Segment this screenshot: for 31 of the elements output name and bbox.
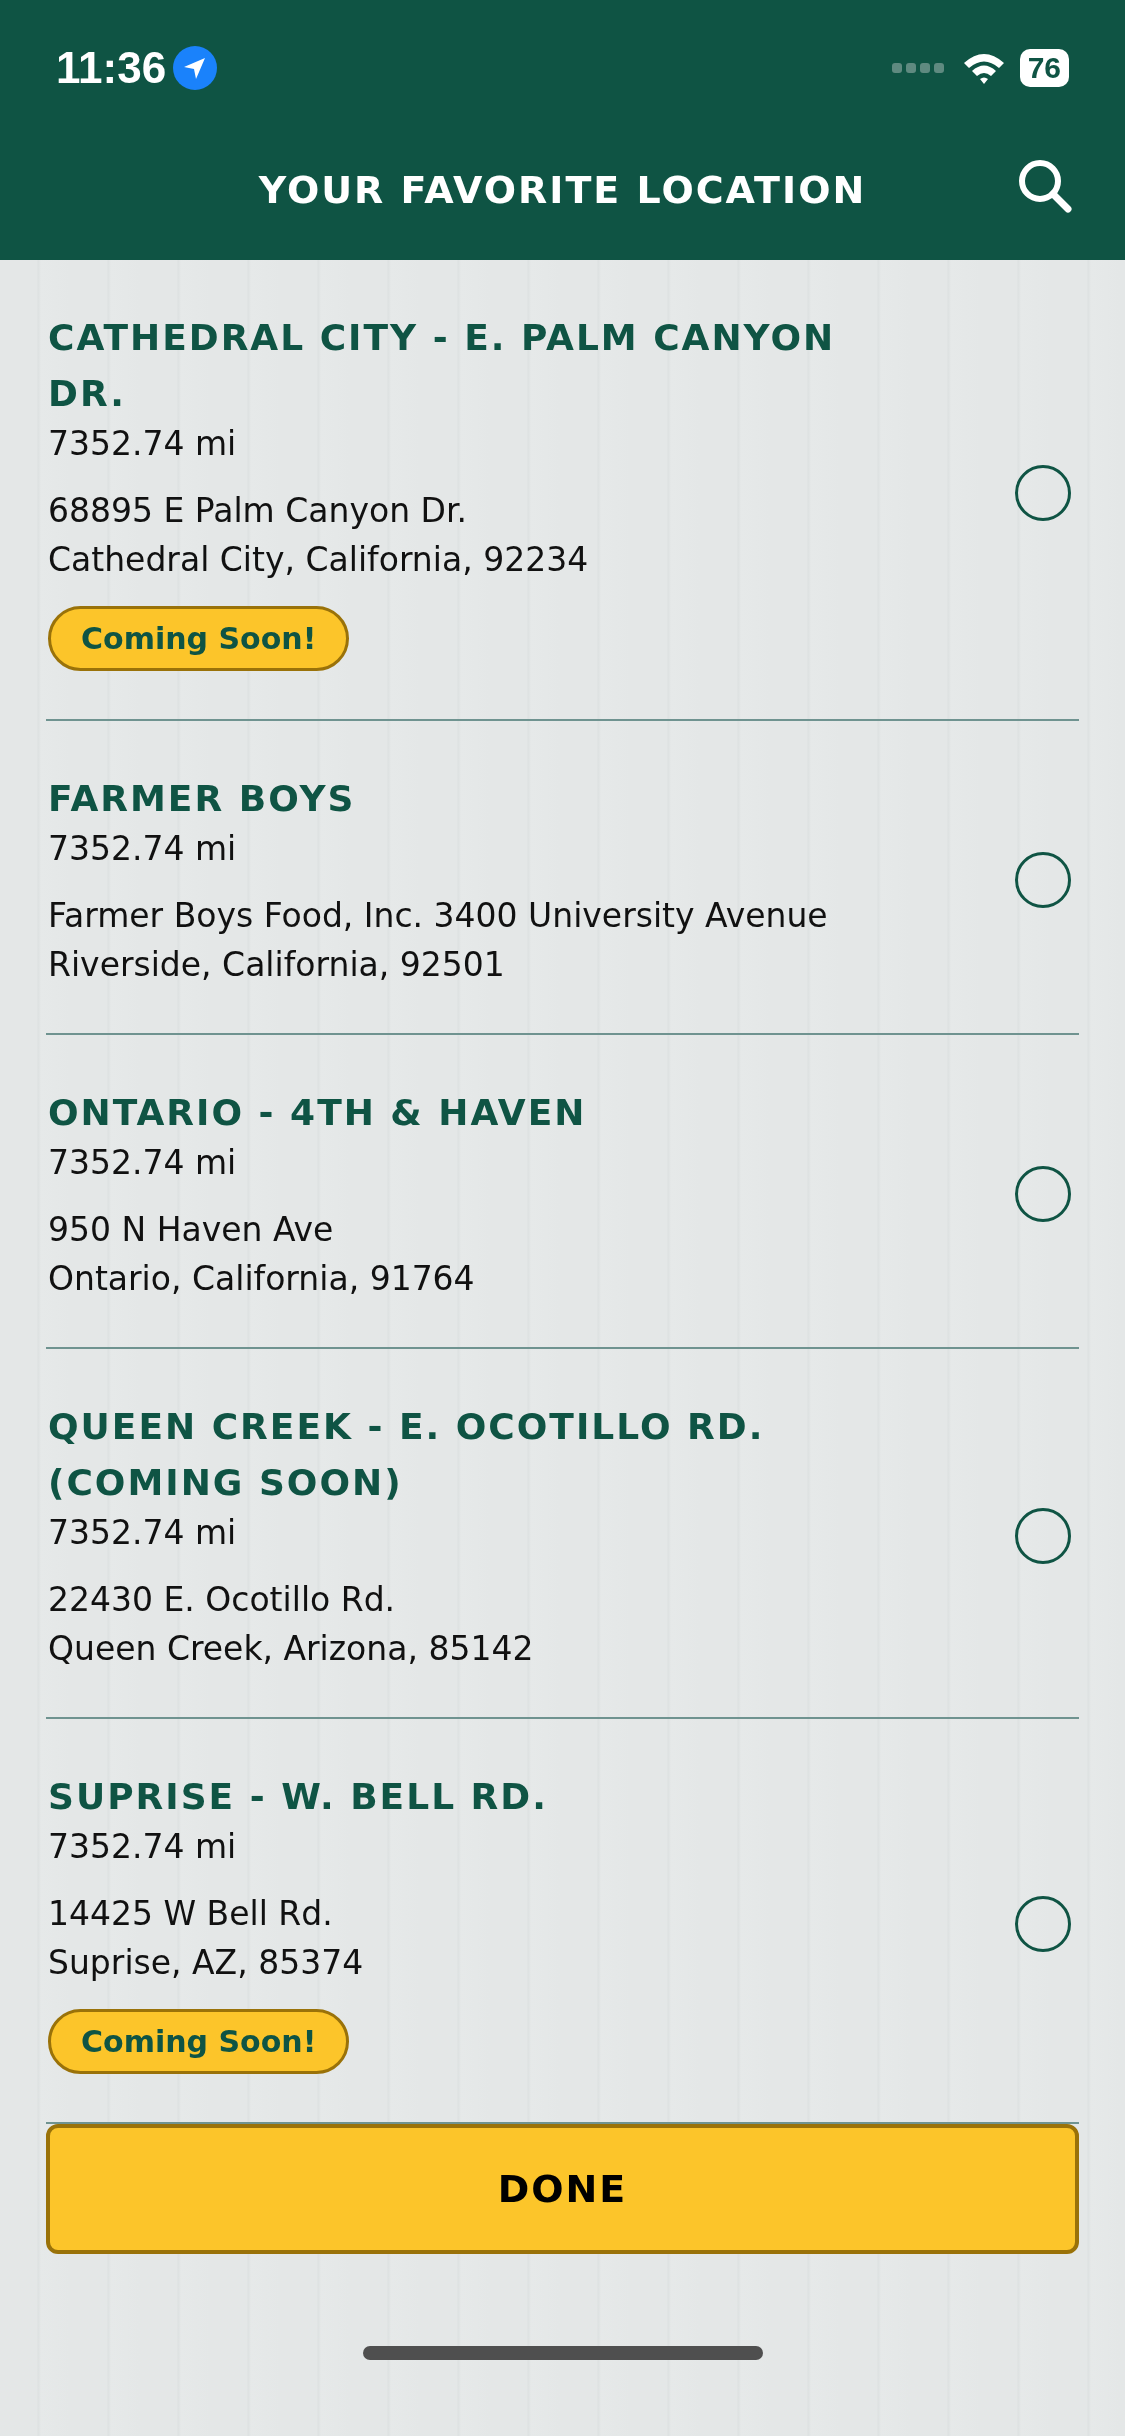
location-distance: 7352.74 mi — [48, 828, 238, 871]
location-name: FARMER BOYS — [48, 777, 357, 822]
address-line: 14425 W Bell Rd. — [48, 1893, 334, 1936]
location-name: SUPRISE - W. BELL RD. — [48, 1775, 549, 1820]
radio-button[interactable] — [1015, 852, 1071, 909]
address-line: Farmer Boys Food, Inc. 3400 University Avenue — [48, 895, 829, 938]
address-line: 950 N Haven Ave — [48, 1209, 335, 1252]
location-distance: 7352.74 mi — [48, 423, 238, 466]
location-name: QUEEN CREEK - E. OCOTILLO RD. (COMING SOON) — [48, 1405, 766, 1506]
address-line: 68895 E Palm Canyon Dr. — [48, 490, 468, 533]
radio-button[interactable] — [1015, 1166, 1071, 1223]
address-line: Suprise, AZ, 85374 — [48, 1942, 365, 1985]
address-line: Riverside, California, 92501 — [48, 944, 506, 987]
location-name: CATHEDRAL CITY - E. PALM CANYON DR. — [48, 316, 837, 417]
radio-button[interactable] — [1015, 464, 1071, 521]
page-title: YOUR FAVORITE LOCATION — [258, 168, 867, 213]
radio-button[interactable] — [1015, 1895, 1071, 1952]
location-distance: 7352.74 mi — [48, 1512, 238, 1555]
coming-soon-badge: Coming Soon! — [48, 2009, 350, 2075]
address-line: Queen Creek, Arizona, 85142 — [48, 1628, 535, 1671]
done-button[interactable]: DONE — [46, 2124, 1079, 2255]
location-name: ONTARIO - 4TH & HAVEN — [48, 1091, 588, 1136]
address-line: Cathedral City, California, 92234 — [48, 539, 590, 582]
radio-button[interactable] — [1015, 1508, 1071, 1565]
status-time: 11:36 — [56, 43, 167, 93]
address-line: Ontario, California, 91764 — [48, 1258, 476, 1301]
location-distance: 7352.74 mi — [48, 1826, 238, 1869]
address-line: 22430 E. Ocotillo Rd. — [48, 1579, 397, 1622]
battery-level: 76 — [1019, 49, 1069, 87]
location-distance: 7352.74 mi — [48, 1142, 238, 1185]
coming-soon-badge: Coming Soon! — [48, 606, 350, 672]
